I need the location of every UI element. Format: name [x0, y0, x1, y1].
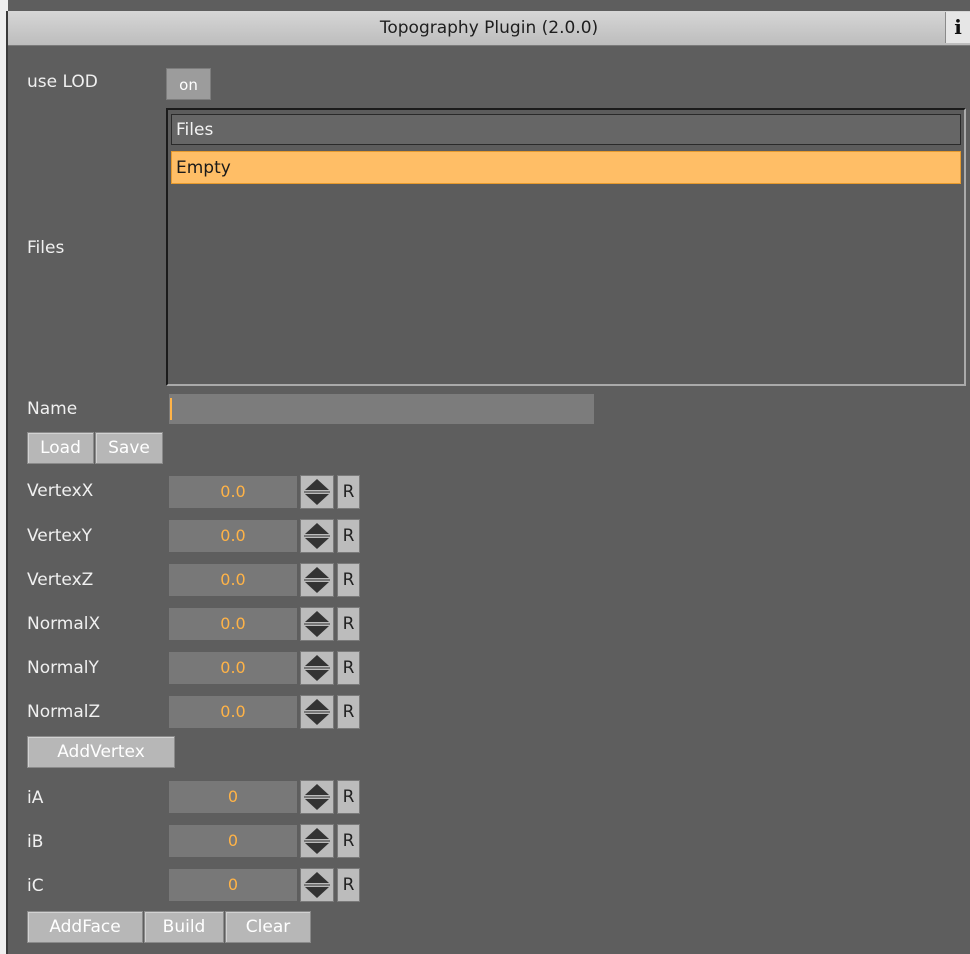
files-list-item[interactable]: Empty	[171, 151, 961, 184]
save-button[interactable]: Save	[95, 432, 163, 464]
vertexz-reset-button[interactable]: R	[337, 563, 360, 597]
normalz-input[interactable]: 0.0	[169, 696, 297, 728]
normalz-label: NormalZ	[27, 702, 101, 722]
normalx-spinner-icon[interactable]	[300, 607, 334, 641]
vertexz-label: VertexZ	[27, 570, 94, 590]
ib-input[interactable]: 0	[169, 825, 297, 857]
ic-label: iC	[27, 876, 44, 896]
vertexz-input[interactable]: 0.0	[169, 564, 297, 596]
add-face-button[interactable]: AddFace	[27, 911, 143, 943]
ia-spinner-icon[interactable]	[300, 780, 334, 814]
vertexx-input[interactable]: 0.0	[169, 476, 297, 508]
ia-input[interactable]: 0	[169, 781, 297, 813]
normaly-label: NormalY	[27, 658, 99, 678]
files-list[interactable]: Files Empty	[166, 108, 966, 386]
text-caret	[170, 398, 172, 420]
files-list-header[interactable]: Files	[171, 114, 961, 145]
ic-spinner-icon[interactable]	[300, 868, 334, 902]
normalz-spinner-icon[interactable]	[300, 695, 334, 729]
normaly-reset-button[interactable]: R	[337, 651, 360, 685]
clear-button[interactable]: Clear	[225, 911, 311, 943]
vertexz-spinner-icon[interactable]	[300, 563, 334, 597]
info-icon[interactable]: i	[945, 12, 970, 43]
ia-reset-button[interactable]: R	[337, 780, 360, 814]
vertexx-reset-button[interactable]: R	[337, 475, 360, 509]
add-vertex-button[interactable]: AddVertex	[27, 736, 175, 768]
use-lod-toggle[interactable]: on	[166, 68, 211, 100]
ia-label: iA	[27, 788, 44, 808]
vertexy-label: VertexY	[27, 526, 93, 546]
normalx-reset-button[interactable]: R	[337, 607, 360, 641]
normaly-input[interactable]: 0.0	[169, 652, 297, 684]
vertexx-spinner-icon[interactable]	[300, 475, 334, 509]
load-button[interactable]: Load	[27, 432, 94, 464]
normalz-reset-button[interactable]: R	[337, 695, 360, 729]
ic-reset-button[interactable]: R	[337, 868, 360, 902]
ib-label: iB	[27, 832, 44, 852]
name-input[interactable]	[169, 394, 594, 424]
ic-input[interactable]: 0	[169, 869, 297, 901]
build-button[interactable]: Build	[144, 911, 224, 943]
use-lod-label: use LOD	[27, 72, 98, 92]
files-label: Files	[27, 238, 65, 258]
vertexy-input[interactable]: 0.0	[169, 520, 297, 552]
window-left-border	[0, 0, 8, 954]
ib-spinner-icon[interactable]	[300, 824, 334, 858]
title-bar: Topography Plugin (2.0.0) i	[8, 11, 970, 46]
vertexy-reset-button[interactable]: R	[337, 519, 360, 553]
window-title: Topography Plugin (2.0.0)	[379, 18, 599, 38]
ib-reset-button[interactable]: R	[337, 824, 360, 858]
vertexy-spinner-icon[interactable]	[300, 519, 334, 553]
normalx-input[interactable]: 0.0	[169, 608, 297, 640]
name-label: Name	[27, 399, 78, 419]
normaly-spinner-icon[interactable]	[300, 651, 334, 685]
normalx-label: NormalX	[27, 614, 101, 634]
vertexx-label: VertexX	[27, 481, 94, 501]
